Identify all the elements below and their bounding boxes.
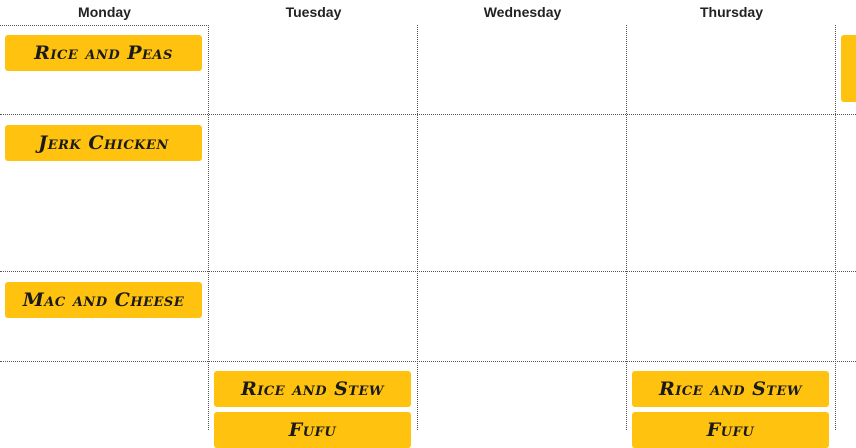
grid-line bbox=[208, 25, 209, 430]
grid-line bbox=[0, 25, 209, 26]
day-header-row: Monday Tuesday Wednesday Thursday bbox=[0, 0, 856, 25]
day-header-monday: Monday bbox=[78, 4, 131, 20]
grid-line bbox=[0, 114, 856, 115]
grid-line bbox=[0, 361, 856, 362]
day-header-tuesday: Tuesday bbox=[285, 4, 342, 20]
grid-line bbox=[835, 25, 836, 430]
meal-card[interactable]: Mac and Cheese bbox=[5, 282, 202, 318]
grid-line bbox=[417, 25, 418, 430]
day-header-wednesday: Wednesday bbox=[483, 4, 562, 20]
meal-card[interactable]: Rice and Stew bbox=[632, 371, 829, 407]
meal-card[interactable]: Rice and Stew bbox=[214, 371, 411, 407]
meal-card-partial[interactable] bbox=[841, 35, 856, 102]
meal-plan-grid: Rice and Peas Jerk Chicken Mac and Chees… bbox=[0, 25, 856, 448]
grid-line bbox=[0, 271, 856, 272]
meal-card[interactable]: Fufu bbox=[632, 412, 829, 448]
day-header-thursday: Thursday bbox=[699, 4, 763, 20]
meal-card[interactable]: Rice and Peas bbox=[5, 35, 202, 71]
meal-card[interactable]: Jerk Chicken bbox=[5, 125, 202, 161]
grid-line bbox=[626, 25, 627, 430]
meal-card[interactable]: Fufu bbox=[214, 412, 411, 448]
